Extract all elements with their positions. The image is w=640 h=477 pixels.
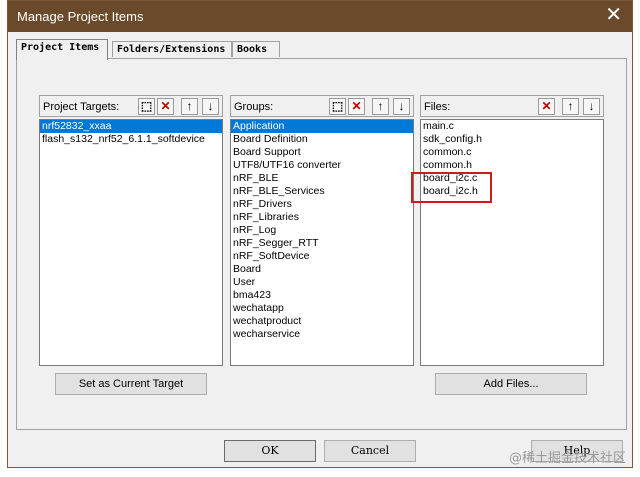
- delete-icon[interactable]: ✕: [348, 98, 365, 115]
- tab-books[interactable]: Books: [232, 41, 280, 57]
- list-item[interactable]: User: [231, 276, 413, 289]
- list-item[interactable]: wechatproduct: [231, 315, 413, 328]
- list-item[interactable]: flash_s132_nrf52_6.1.1_softdevice: [40, 133, 222, 146]
- list-item[interactable]: common.h: [421, 159, 603, 172]
- list-item[interactable]: nRF_Libraries: [231, 211, 413, 224]
- watermark: @稀土掘金技术社区: [508, 451, 626, 466]
- delete-icon[interactable]: ✕: [538, 98, 555, 115]
- cancel-button[interactable]: Cancel: [324, 440, 416, 462]
- files-box: Files: ✕ ↑ ↓ main.c sdk_config.h common.…: [420, 95, 604, 366]
- delete-icon[interactable]: ✕: [157, 98, 174, 115]
- list-item[interactable]: UTF8/UTF16 converter: [231, 159, 413, 172]
- new-icon[interactable]: ⬚: [329, 98, 346, 115]
- highlight-box: [411, 172, 492, 203]
- set-as-current-target-button[interactable]: Set as Current Target: [55, 373, 207, 395]
- list-item[interactable]: nRF_BLE: [231, 172, 413, 185]
- manage-project-items-dialog: Manage Project Items ✕ Project Items Fol…: [7, 0, 633, 468]
- ok-button[interactable]: OK: [224, 440, 316, 462]
- files-label: Files:: [424, 101, 451, 113]
- project-targets-box: Project Targets: ⬚ ✕ ↑ ↓ nrf52832_xxaa f…: [39, 95, 223, 366]
- move-up-icon[interactable]: ↑: [562, 98, 579, 115]
- move-up-icon[interactable]: ↑: [181, 98, 198, 115]
- tab-folders-extensions[interactable]: Folders/Extensions: [112, 41, 232, 57]
- files-list[interactable]: main.c sdk_config.h common.c common.h bo…: [420, 119, 604, 366]
- title-bar: Manage Project Items ✕: [8, 1, 632, 32]
- list-item[interactable]: nrf52832_xxaa: [40, 120, 222, 133]
- dialog-title: Manage Project Items: [17, 9, 144, 24]
- new-icon[interactable]: ⬚: [138, 98, 155, 115]
- list-item[interactable]: main.c: [421, 120, 603, 133]
- move-up-icon[interactable]: ↑: [372, 98, 389, 115]
- list-item[interactable]: nRF_BLE_Services: [231, 185, 413, 198]
- move-down-icon[interactable]: ↓: [202, 98, 219, 115]
- list-item[interactable]: nRF_Segger_RTT: [231, 237, 413, 250]
- groups-label: Groups:: [234, 101, 274, 113]
- groups-header: Groups: ⬚ ✕ ↑ ↓: [230, 95, 414, 117]
- list-item[interactable]: nRF_Drivers: [231, 198, 413, 211]
- groups-list[interactable]: Application Board Definition Board Suppo…: [230, 119, 414, 366]
- list-item[interactable]: wechatapp: [231, 302, 413, 315]
- move-down-icon[interactable]: ↓: [393, 98, 410, 115]
- move-down-icon[interactable]: ↓: [583, 98, 600, 115]
- files-header: Files: ✕ ↑ ↓: [420, 95, 604, 117]
- list-item[interactable]: bma423: [231, 289, 413, 302]
- project-targets-list[interactable]: nrf52832_xxaa flash_s132_nrf52_6.1.1_sof…: [39, 119, 223, 366]
- list-item[interactable]: nRF_SoftDevice: [231, 250, 413, 263]
- list-item[interactable]: sdk_config.h: [421, 133, 603, 146]
- close-icon[interactable]: ✕: [605, 4, 622, 26]
- add-files-button[interactable]: Add Files...: [435, 373, 587, 395]
- project-targets-header: Project Targets: ⬚ ✕ ↑ ↓: [39, 95, 223, 117]
- list-item[interactable]: Board Definition: [231, 133, 413, 146]
- list-item[interactable]: Application: [231, 120, 413, 133]
- project-items-panel: Project Targets: ⬚ ✕ ↑ ↓ nrf52832_xxaa f…: [16, 58, 627, 430]
- tab-project-items[interactable]: Project Items: [16, 39, 108, 60]
- groups-box: Groups: ⬚ ✕ ↑ ↓ Application Board Defini…: [230, 95, 414, 366]
- list-item[interactable]: Board: [231, 263, 413, 276]
- list-item[interactable]: wecharservice: [231, 328, 413, 341]
- list-item[interactable]: nRF_Log: [231, 224, 413, 237]
- project-targets-label: Project Targets:: [43, 101, 120, 113]
- list-item[interactable]: common.c: [421, 146, 603, 159]
- list-item[interactable]: Board Support: [231, 146, 413, 159]
